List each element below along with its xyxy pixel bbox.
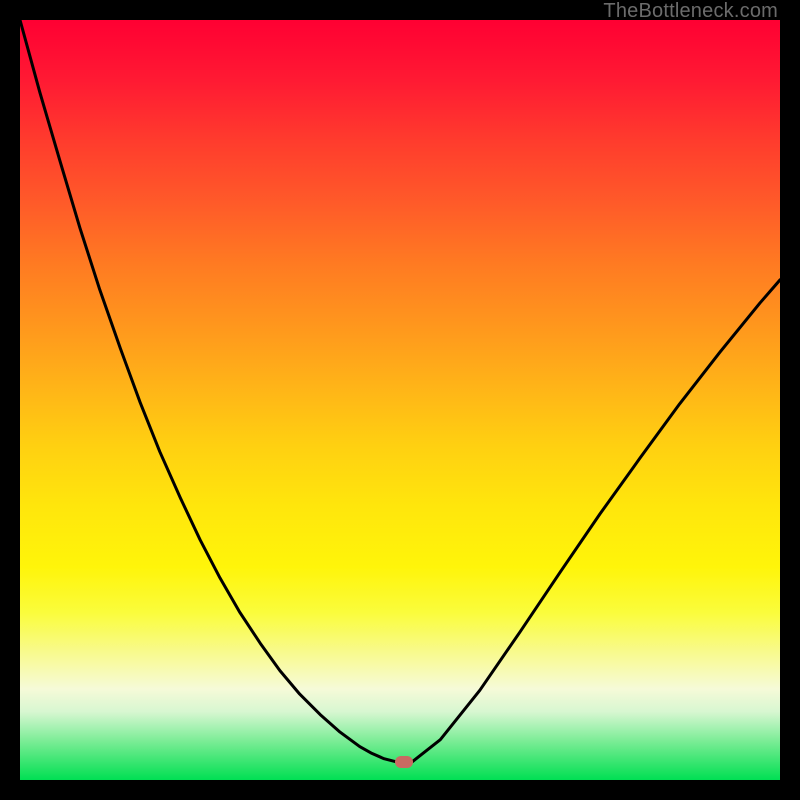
chart-frame: TheBottleneck.com [0, 0, 800, 800]
optimal-marker [395, 756, 413, 768]
watermark-label: TheBottleneck.com [603, 0, 778, 23]
plot-area [20, 20, 780, 780]
bottleneck-curve [20, 20, 780, 780]
